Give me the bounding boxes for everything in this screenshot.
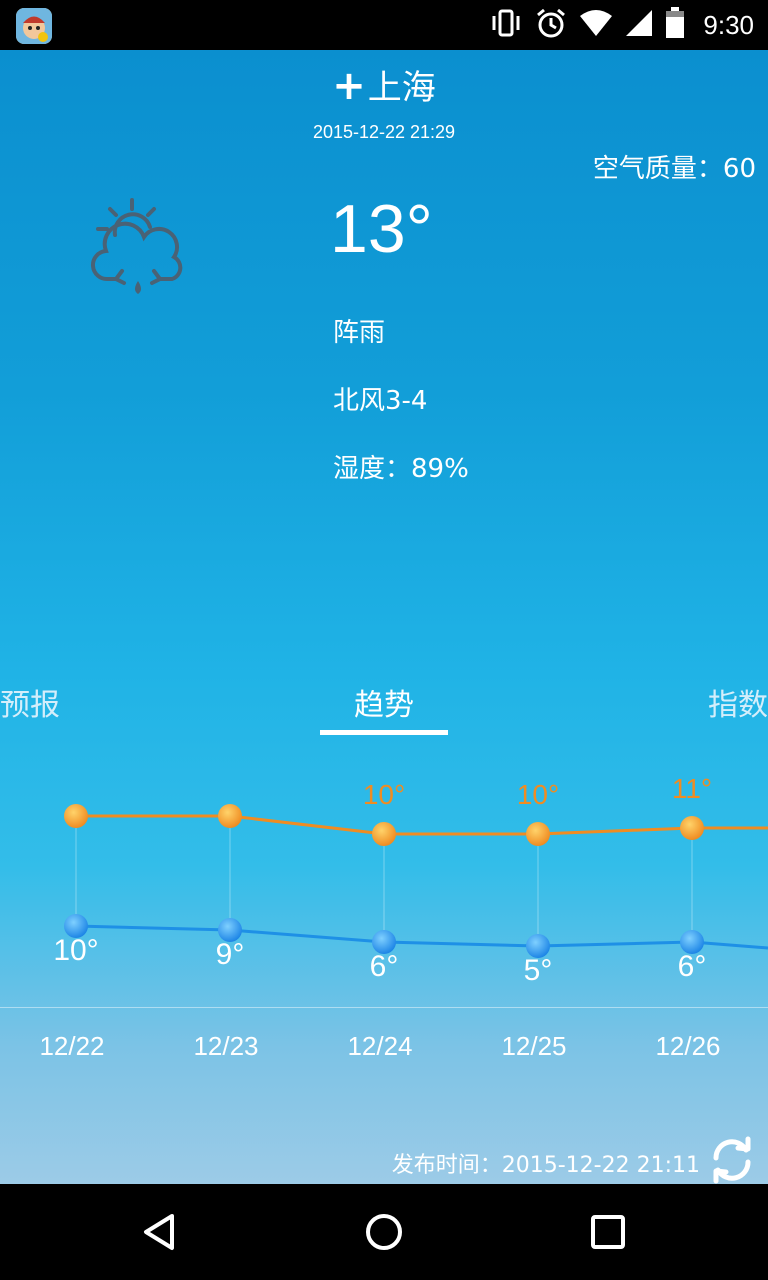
air-quality: 空气质量：60 [592, 154, 756, 184]
high-temp-point [64, 804, 88, 828]
tab-index[interactable]: 指数 [708, 680, 768, 724]
status-time: 9:30 [703, 9, 754, 40]
low-temp-label: 5° [524, 954, 553, 987]
wind-info: 北风3-4 [333, 386, 428, 416]
back-icon[interactable] [140, 1212, 180, 1252]
weather-condition: 阵雨 [333, 318, 386, 348]
current-temperature: 13° [330, 191, 433, 267]
city-title[interactable]: +上海 [0, 60, 768, 109]
high-temp-label: 10° [363, 779, 405, 810]
weather-screen: +上海 2015-12-22 21:29 空气质量：60 13° 阵雨 北风3-… [0, 50, 768, 1184]
city-name: 上海 [367, 68, 436, 108]
low-temp-label: 6° [678, 950, 707, 983]
cloud-sun-rain-icon [88, 195, 192, 299]
home-icon[interactable] [364, 1212, 404, 1252]
low-temp-label: 9° [216, 938, 245, 971]
recent-apps-icon[interactable] [588, 1212, 628, 1252]
date-tick-label: 12/25 [501, 1031, 566, 1061]
tab-bar: 预报 趋势 指数 [0, 680, 768, 740]
add-city-button[interactable]: + [332, 63, 366, 109]
high-temp-point [218, 804, 242, 828]
navigation-bar [0, 1184, 768, 1280]
high-temp-point [680, 816, 704, 840]
app-notification-icon [16, 8, 52, 44]
low-temp-label: 6° [370, 950, 399, 983]
date-tick-label: 12/24 [347, 1031, 412, 1061]
high-temp-point [372, 822, 396, 846]
update-time: 2015-12-22 21:29 [312, 122, 456, 142]
date-tick-label: 12/22 [39, 1031, 104, 1061]
signal-icon [625, 9, 653, 41]
active-tab-indicator [320, 730, 448, 735]
low-temp-label: 10° [53, 934, 98, 967]
vibrate-icon [489, 8, 523, 42]
date-tick-label: 12/26 [655, 1031, 720, 1061]
publish-time: 发布时间：2015-12-22 21:11 [391, 1153, 700, 1178]
chart-baseline [0, 1007, 768, 1008]
wifi-icon [579, 9, 613, 41]
high-temp-label: 11° [672, 773, 712, 804]
low-temp-line [75, 924, 768, 950]
alarm-icon [535, 7, 567, 43]
high-temp-line [76, 814, 768, 836]
high-temp-label: 10° [517, 779, 559, 810]
battery-icon [665, 7, 685, 43]
tab-trend[interactable]: 趋势 [0, 680, 768, 724]
refresh-icon[interactable] [708, 1136, 756, 1184]
humidity-info: 湿度：89% [333, 454, 469, 484]
status-bar: 9:30 [0, 0, 768, 50]
date-tick-label: 12/23 [193, 1031, 258, 1061]
trend-chart: 10° 12/22 9° 12/23 10° 6° 12/24 10° 5° 12/25 11° 6°… [39, 773, 768, 1061]
high-temp-point [526, 822, 550, 846]
